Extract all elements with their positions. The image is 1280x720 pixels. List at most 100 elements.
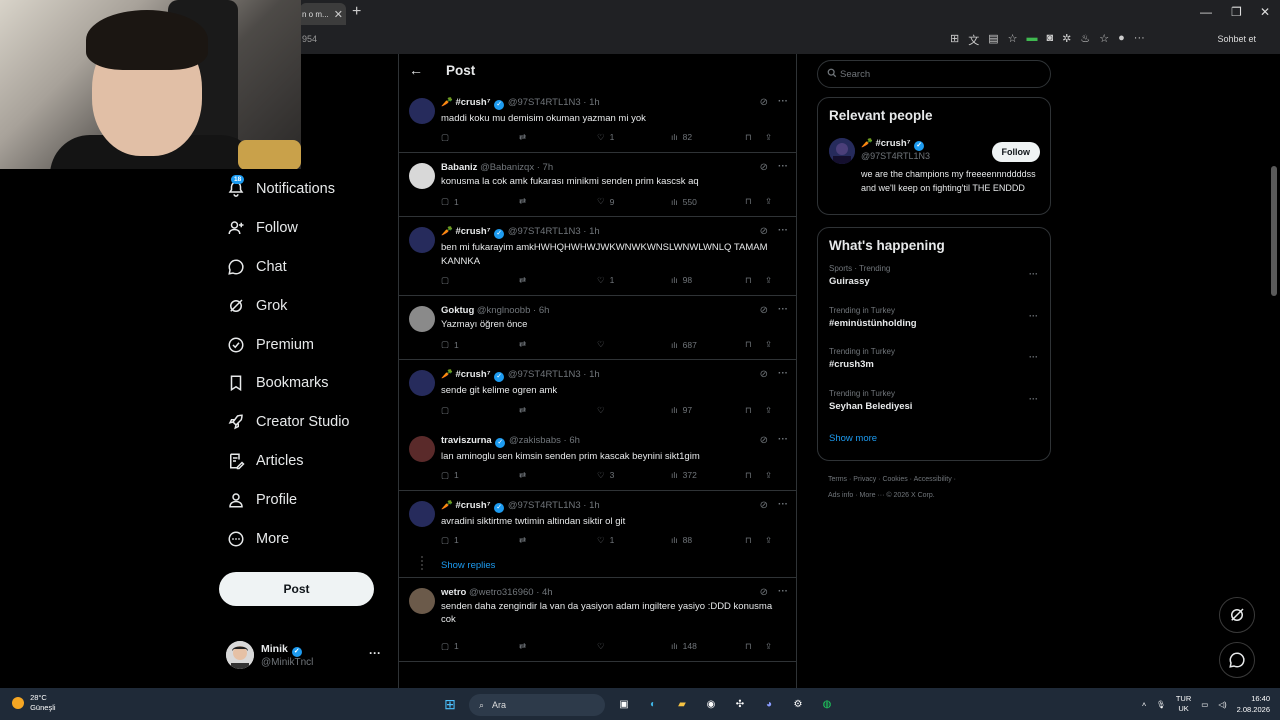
nav-bookmarks[interactable]: Bookmarks <box>218 364 388 403</box>
trend-item[interactable]: Trending in Turkey #eminüstünholding ··· <box>818 303 1050 345</box>
more-icon[interactable]: ··· <box>778 586 788 597</box>
favorite-icon[interactable]: ☆ <box>1008 32 1018 48</box>
post-button[interactable]: Post <box>219 572 374 606</box>
settings-icon[interactable]: ⚙ <box>788 694 808 714</box>
search-input[interactable]: Search <box>817 60 1051 88</box>
extension2-icon[interactable]: ◙ <box>1047 32 1054 48</box>
mic-icon[interactable]: 🎙 <box>1156 700 1166 709</box>
avatar[interactable] <box>829 138 855 164</box>
avatar[interactable] <box>409 435 435 462</box>
read-aloud-icon[interactable]: ⊞ <box>950 32 959 48</box>
timestamp[interactable]: 1h <box>589 500 600 511</box>
nav-articles[interactable]: Articles <box>218 442 388 481</box>
views-button[interactable]: ılı 97 <box>671 405 745 415</box>
retweet-button[interactable]: ⇄ <box>519 196 597 207</box>
nav-follow[interactable]: Follow <box>218 209 388 248</box>
grok-fab-button[interactable] <box>1219 597 1255 633</box>
scroll-thumb[interactable] <box>1271 166 1277 296</box>
tweet[interactable]: 🥕 #crush⁷ ✓ @97ST4RTL1N3 · 1h sende git k… <box>399 360 796 426</box>
retweet-button[interactable]: ⇄ <box>519 132 597 143</box>
avatar[interactable] <box>409 305 435 332</box>
back-arrow-icon[interactable]: ← <box>409 62 423 78</box>
nav-grok[interactable]: Grok <box>218 286 388 325</box>
reply-button[interactable]: ▢ 1 <box>441 339 519 350</box>
show-more-link[interactable]: Show more <box>829 433 1050 444</box>
close-tab-icon[interactable]: ✕ <box>334 8 343 21</box>
reply-button[interactable]: ▢ 1 <box>441 470 519 481</box>
bookmark-button[interactable]: ⊓ <box>745 196 765 207</box>
views-button[interactable]: ılı 687 <box>671 340 745 350</box>
like-button[interactable]: ♡ <box>597 339 671 350</box>
language-indicator[interactable]: TUR UK <box>1176 694 1191 714</box>
reading-icon[interactable]: ▤ <box>988 32 998 48</box>
author-name[interactable]: Babaniz <box>441 162 477 173</box>
like-button[interactable]: ♡ <box>597 405 671 416</box>
retweet-button[interactable]: ⇄ <box>519 275 597 286</box>
reply-button[interactable]: ▢ <box>441 405 519 416</box>
bookmark-button[interactable]: ⊓ <box>745 339 765 350</box>
more-icon[interactable]: ··· <box>369 646 381 660</box>
views-button[interactable]: ılı 98 <box>671 275 745 285</box>
timestamp[interactable]: 6h <box>539 305 550 316</box>
copilot-button[interactable]: Sohbet et <box>1217 34 1256 44</box>
person-name[interactable]: 🥕 #crush⁷ ✓ <box>861 138 925 151</box>
page-scrollbar[interactable] <box>1271 56 1277 686</box>
timestamp[interactable]: 4h <box>542 587 553 598</box>
clock[interactable]: 16:40 2.08.2026 <box>1237 693 1270 715</box>
grok-icon[interactable]: ⊘ <box>760 162 768 173</box>
reply-button[interactable]: ▢ 1 <box>441 641 519 652</box>
nav-chat[interactable]: Chat <box>218 248 388 287</box>
bookmark-button[interactable]: ⊓ <box>745 470 765 481</box>
tweet[interactable]: wetro @wetro316960 · 4h senden daha zengi… <box>399 578 796 662</box>
chevron-up-icon[interactable]: ˄ <box>1142 700 1146 709</box>
windows-start-icon[interactable]: ⊞ <box>440 694 460 714</box>
author-name[interactable]: traviszurna <box>441 435 492 446</box>
share-button[interactable]: ⇪ <box>765 470 772 481</box>
translate-icon[interactable]: 文 <box>968 32 979 48</box>
reply-button[interactable]: ▢ 1 <box>441 535 519 546</box>
tweet[interactable]: Goktug @knglnoobb · 6h Yazmayı öğren önce… <box>399 296 796 360</box>
avatar[interactable] <box>409 500 435 527</box>
like-button[interactable]: ♡ 1 <box>597 132 671 143</box>
avatar[interactable] <box>409 370 435 396</box>
taskbar-search[interactable]: ⌕ Ara <box>469 694 605 716</box>
discord-icon[interactable]: ◕ <box>759 694 779 714</box>
retweet-button[interactable]: ⇄ <box>519 535 597 546</box>
footer-line[interactable]: Ads info · More ··· © 2026 X Corp. <box>828 488 1048 504</box>
app-icon[interactable]: ✣ <box>730 694 750 714</box>
tweet[interactable]: 🥕 #crush⁷ ✓ @97ST4RTL1N3 · 1h avradini si… <box>399 491 796 556</box>
author-name[interactable]: wetro <box>441 587 466 598</box>
tweet[interactable]: 🥕 #crush⁷ ✓ @97ST4RTL1N3 · 1h ben mi fuka… <box>399 217 796 296</box>
avatar[interactable] <box>409 227 435 253</box>
like-button[interactable]: ♡ <box>597 641 671 652</box>
follow-button[interactable]: Follow <box>991 142 1040 162</box>
new-tab-icon[interactable]: + <box>352 3 361 21</box>
task-view-icon[interactable]: ▣ <box>614 694 634 714</box>
more-icon[interactable]: ··· <box>778 499 788 510</box>
steam-icon[interactable]: ◉ <box>701 694 721 714</box>
file-explorer-icon[interactable]: ▰ <box>672 694 692 714</box>
tweet[interactable]: traviszurna ✓ @zakisbabs · 6h lan aminogl… <box>399 426 796 491</box>
bookmark-button[interactable]: ⊓ <box>745 535 765 546</box>
settings-more-icon[interactable]: ··· <box>1134 32 1145 48</box>
trend-item[interactable]: Sports · Trending Guirassy ··· <box>818 261 1050 303</box>
close-window-icon[interactable]: ✕ <box>1260 5 1270 19</box>
more-icon[interactable]: ··· <box>778 368 788 379</box>
avatar[interactable] <box>409 98 435 124</box>
views-button[interactable]: ılı 82 <box>671 132 745 142</box>
spotify-icon[interactable]: ◍ <box>817 694 837 714</box>
bookmark-button[interactable]: ⊓ <box>745 405 765 416</box>
performance-icon[interactable]: ♨ <box>1080 32 1090 48</box>
grok-icon[interactable]: ⊘ <box>760 369 768 380</box>
avatar[interactable] <box>409 587 435 614</box>
timestamp[interactable]: 1h <box>589 226 600 237</box>
tweet[interactable]: Babaniz @Babanizqx · 7h konusma la cok am… <box>399 153 796 217</box>
nav-premium[interactable]: Premium <box>218 325 388 364</box>
volume-icon[interactable]: ◁) <box>1218 700 1226 709</box>
profile-icon[interactable]: ● <box>1118 32 1125 48</box>
show-replies-link[interactable]: Show replies <box>399 555 796 578</box>
grok-icon[interactable]: ⊘ <box>760 97 768 108</box>
maximize-icon[interactable]: ❐ <box>1231 5 1242 19</box>
like-button[interactable]: ♡ 1 <box>597 275 671 286</box>
trend-item[interactable]: Trending in Turkey Seyhan Belediyesi ··· <box>818 386 1050 428</box>
